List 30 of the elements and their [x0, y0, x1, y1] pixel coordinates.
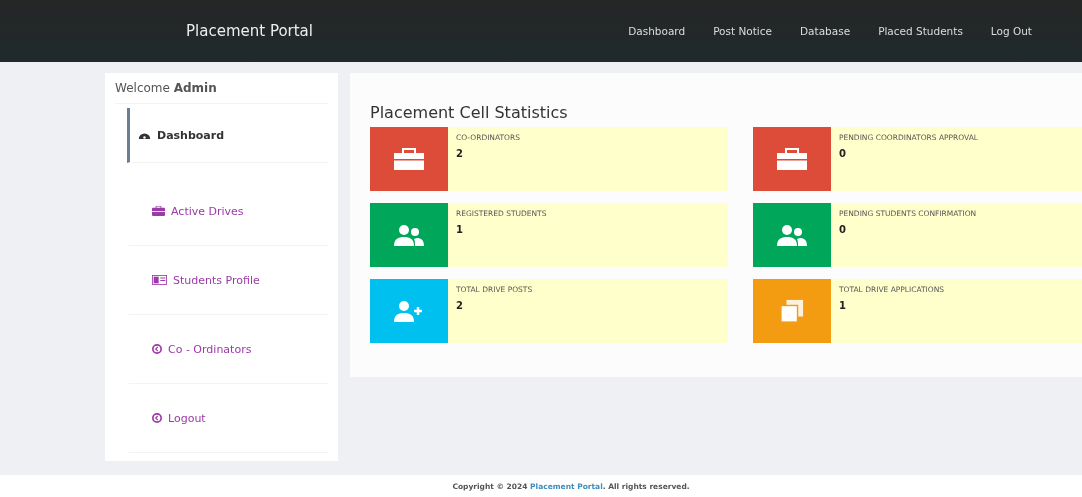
stat-value: 2 [456, 148, 464, 159]
stat-value: 1 [839, 300, 847, 311]
sidebar-item[interactable]: Active Drives [127, 177, 328, 247]
stat-value: 2 [456, 300, 464, 311]
briefcase-icon [394, 148, 424, 170]
users-icon [394, 224, 424, 246]
nav-link[interactable]: Dashboard [628, 25, 686, 37]
sidebar-item[interactable]: Students Profile [127, 246, 328, 316]
brand-title[interactable]: Placement Portal [186, 22, 313, 40]
user-plus-icon [394, 300, 424, 322]
welcome-text: Welcome Admin [115, 81, 328, 104]
stat-value: 0 [839, 148, 847, 159]
section-title: Placement Cell Statistics [370, 103, 569, 122]
briefcase-icon [152, 206, 165, 217]
dashboard-icon [138, 130, 151, 141]
stat-value: 0 [839, 224, 847, 235]
nav-link[interactable]: Log Out [990, 25, 1032, 37]
nav-link[interactable]: Post Notice [713, 25, 772, 37]
stat-value: 1 [456, 224, 464, 235]
circle-arrow-icon [152, 344, 162, 355]
sidebar-item[interactable]: Co - Ordinators [127, 315, 328, 385]
nav-link[interactable]: Database [800, 25, 851, 37]
sidebar-item[interactable]: Dashboard [127, 108, 328, 164]
sidebar-item[interactable]: Logout [127, 384, 328, 453]
users-icon [777, 224, 807, 246]
circle-arrow-icon [152, 413, 162, 423]
id-card-icon [152, 275, 167, 286]
briefcase-icon [777, 148, 807, 170]
nav-link[interactable]: Placed Students [878, 25, 963, 37]
copy-icon [780, 299, 804, 323]
